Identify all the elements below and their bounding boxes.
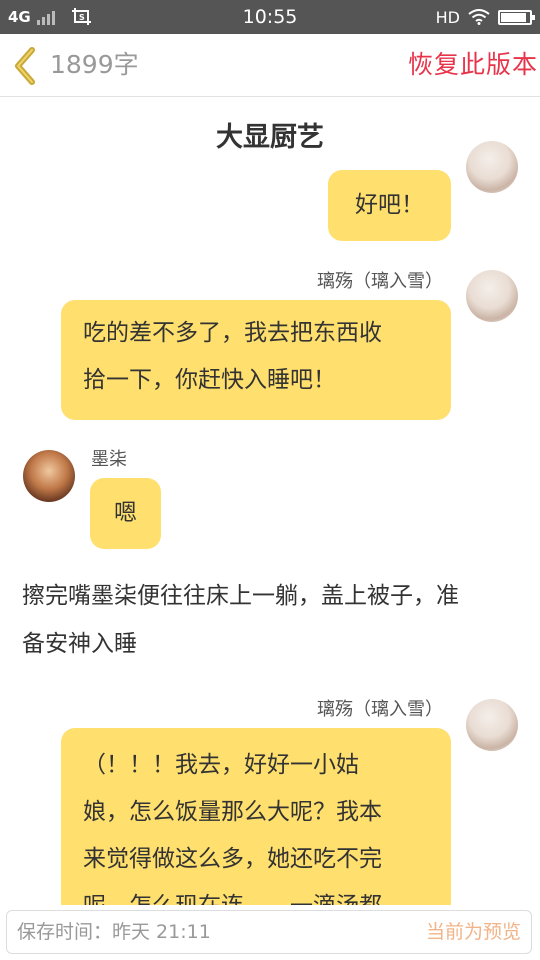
battery-icon xyxy=(498,9,535,25)
status-bar: 4G S 10:55 HD xyxy=(0,0,540,34)
avatar-liyang[interactable] xyxy=(466,699,518,751)
message-text: 好吧！ xyxy=(355,192,424,218)
narration-line: 备安神入睡 xyxy=(22,631,137,657)
status-right: HD xyxy=(435,0,535,34)
chat-content[interactable]: 大显厨艺 好吧！ 璃殇（璃入雪） 吃的差不多了，我去把东西收 拾一下，你赶快入睡… xyxy=(0,97,540,905)
preview-status: 当前为预览 xyxy=(425,921,521,943)
narration-line: 擦完嘴墨柒便往往床上一躺，盖上被子，准 xyxy=(22,583,459,609)
save-time: 保存时间：昨天 21:11 xyxy=(17,921,211,943)
restore-version-button[interactable]: 恢复此版本 xyxy=(408,34,538,96)
message-bubble[interactable]: 好吧！ xyxy=(328,170,451,241)
back-arrow-icon xyxy=(15,47,35,85)
footer-bar: 保存时间：昨天 21:11 当前为预览 xyxy=(6,910,532,954)
avatar-moqi[interactable] xyxy=(23,450,75,502)
chapter-title: 大显厨艺 xyxy=(216,122,324,153)
avatar-liyang[interactable] xyxy=(466,141,518,193)
avatar-liyang[interactable] xyxy=(466,270,518,322)
message-line: 呢，怎么现在连……一滴汤都 xyxy=(83,883,429,905)
header-bar: 1899字 恢复此版本 xyxy=(0,34,540,97)
word-count: 1899字 xyxy=(50,50,139,79)
message-line: 来觉得做这么多，她还吃不完 xyxy=(83,846,382,872)
wifi-icon xyxy=(468,9,490,25)
sender-name: 墨柒 xyxy=(91,449,127,470)
message-text: 嗯 xyxy=(114,500,137,526)
message-bubble[interactable]: 嗯 xyxy=(90,478,161,549)
sender-name: 璃殇（璃入雪） xyxy=(317,699,443,720)
message-line: 拾一下，你赶快入睡吧！ xyxy=(83,367,336,393)
message-bubble[interactable]: 吃的差不多了，我去把东西收 拾一下，你赶快入睡吧！ xyxy=(61,300,451,420)
message-line: （！！！我去，好好一小姑 xyxy=(83,752,359,778)
battery-level xyxy=(501,12,526,22)
hd-indicator: HD xyxy=(435,7,460,27)
sender-name: 璃殇（璃入雪） xyxy=(317,271,443,292)
message-bubble[interactable]: （！！！我去，好好一小姑 娘，怎么饭量那么大呢？我本 来觉得做这么多，她还吃不完… xyxy=(61,728,451,905)
message-line: 娘，怎么饭量那么大呢？我本 xyxy=(83,799,382,825)
narration-text: 擦完嘴墨柒便往往床上一躺，盖上被子，准 备安神入睡 xyxy=(22,572,522,668)
back-button[interactable] xyxy=(10,46,44,86)
message-line: 吃的差不多了，我去把东西收 xyxy=(83,320,382,346)
